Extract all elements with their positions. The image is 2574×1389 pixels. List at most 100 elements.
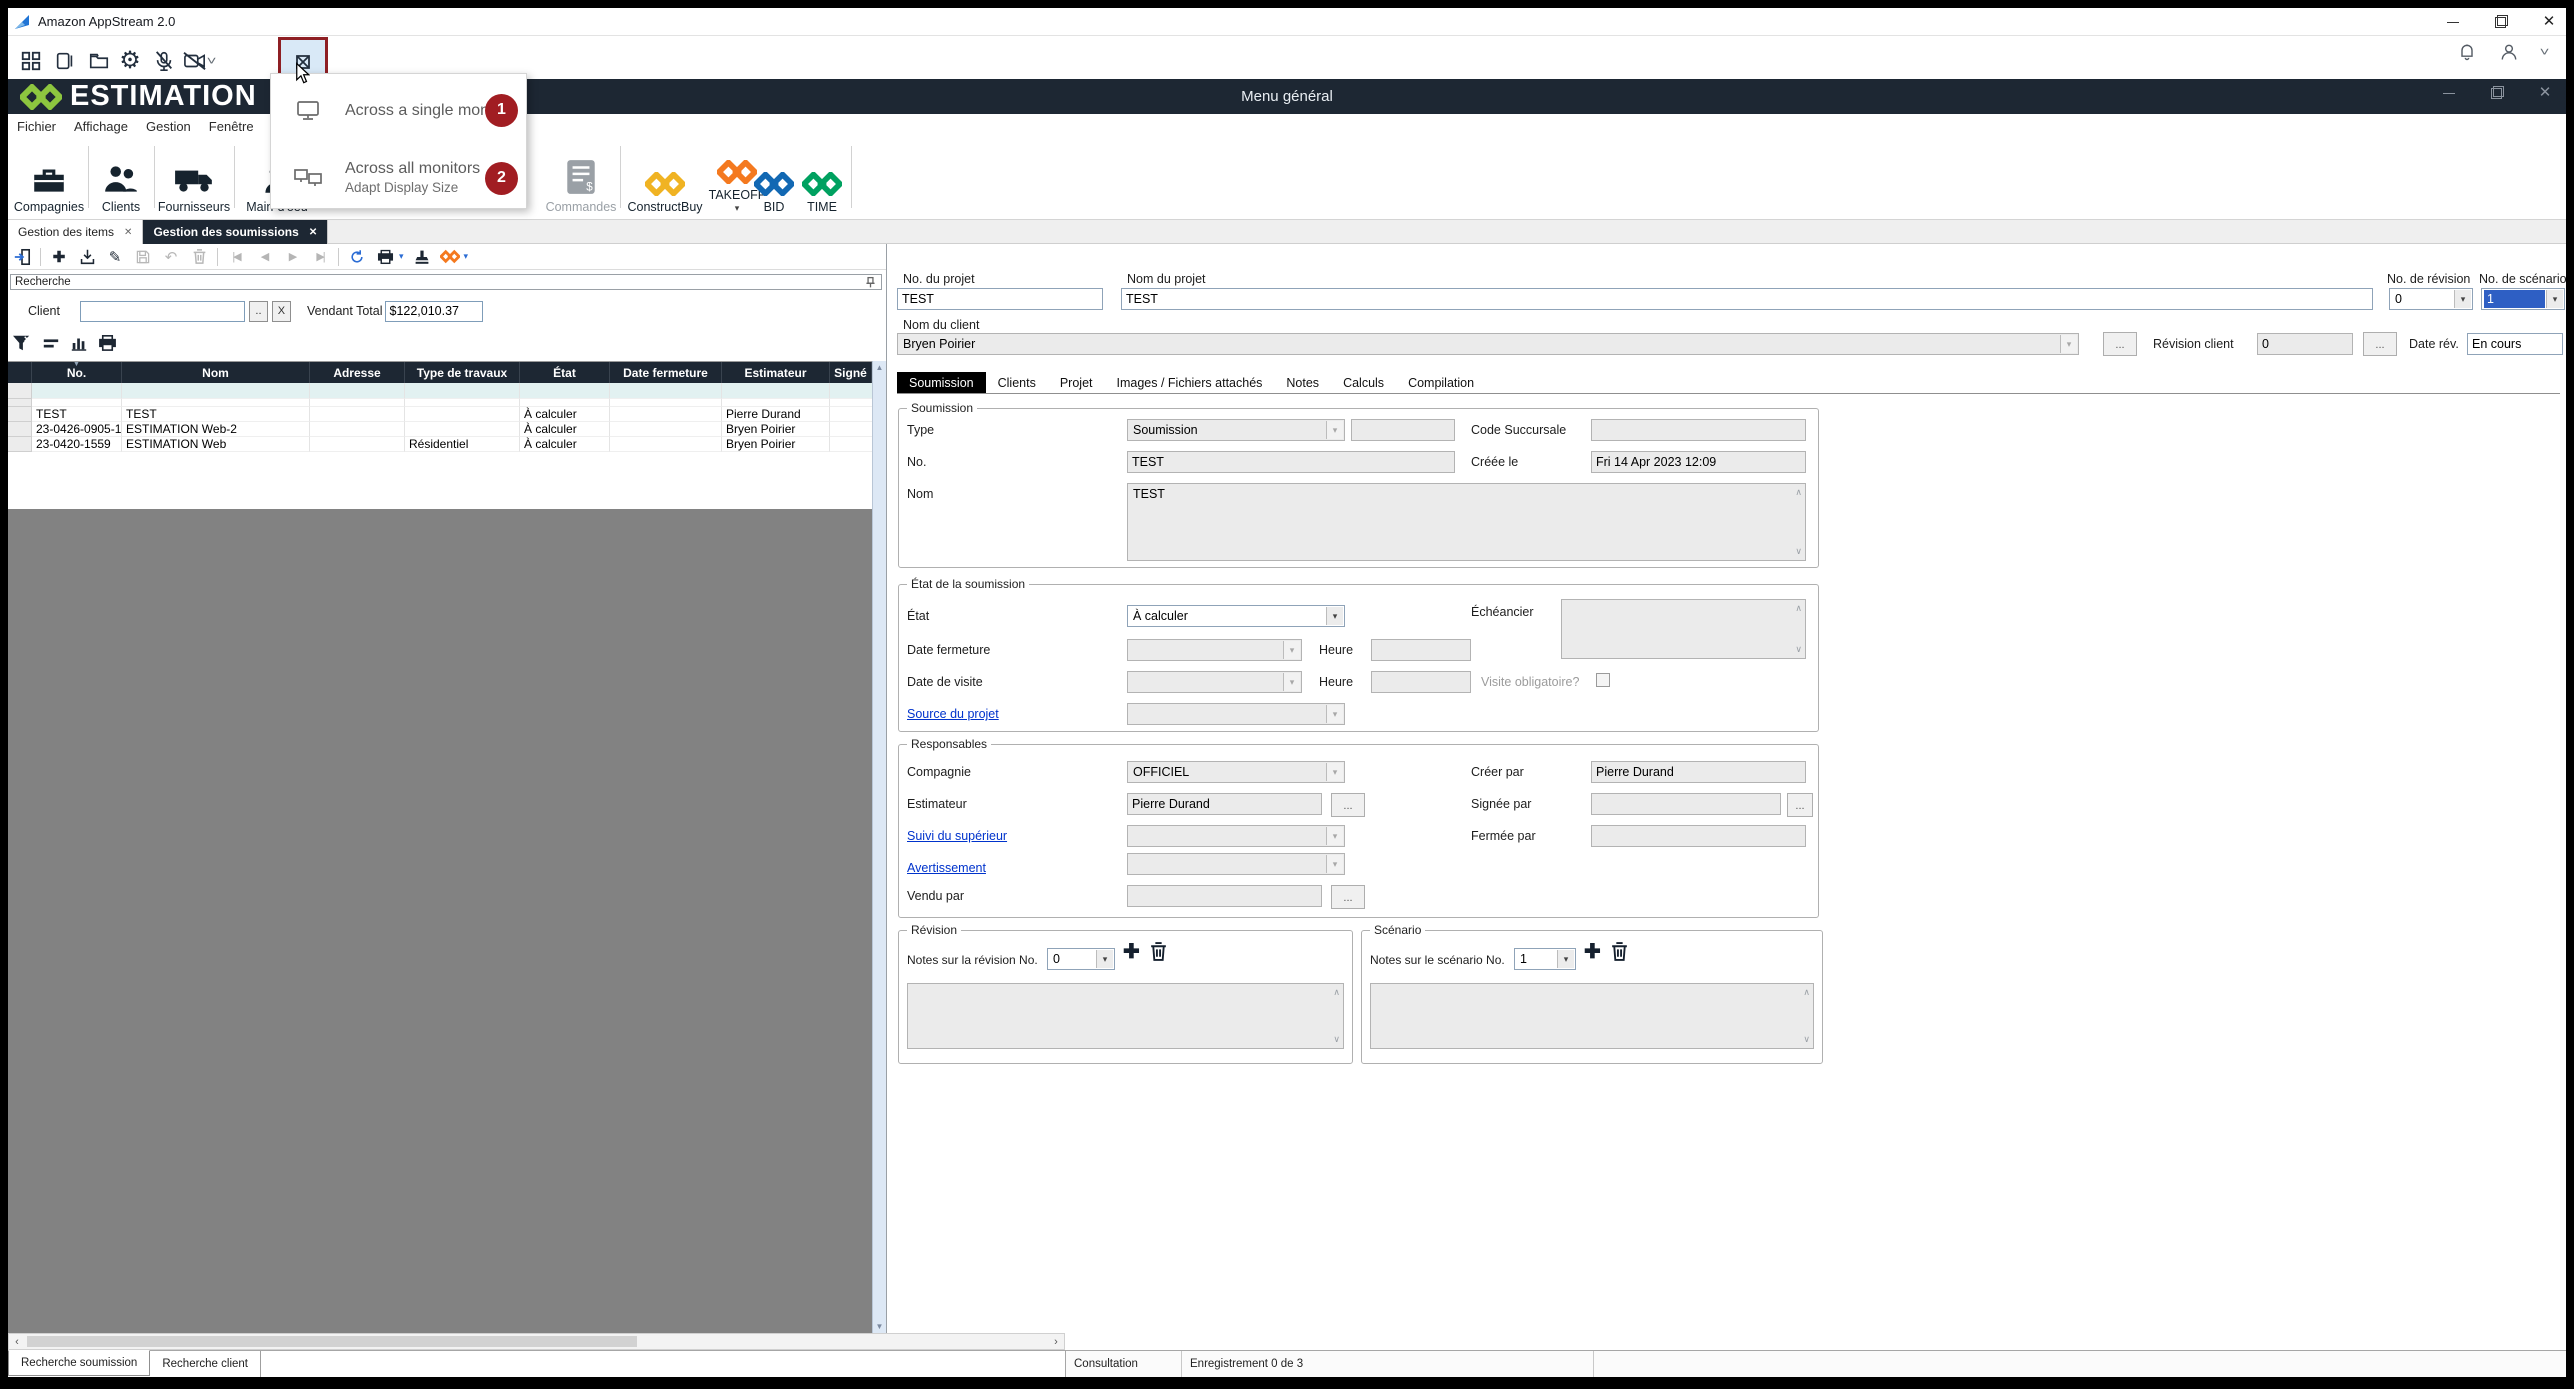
col-nom[interactable]: Nom [122,362,310,383]
tab-calculs[interactable]: Calculs [1331,372,1396,393]
bell-icon[interactable] [2457,42,2477,62]
settings-button[interactable]: ⚙ [113,42,147,80]
avertissement-link[interactable]: Avertissement [907,861,986,875]
edit-button[interactable]: ✎ [105,247,125,267]
no-projet-field[interactable]: TEST [897,288,1103,310]
tab-images[interactable]: Images / Fichiers attachés [1105,372,1275,393]
app-restore-icon[interactable] [2490,86,2504,100]
menu-affichage[interactable]: Affichage [65,116,137,137]
stamp-button[interactable] [412,247,432,267]
no-revision-combo[interactable]: 0▾ [2389,288,2473,310]
source-projet-link[interactable]: Source du projet [907,707,999,721]
table-vertical-scrollbar[interactable]: ▲ ▼ [872,361,886,1333]
scroll-up-icon[interactable]: ▲ [876,363,884,372]
scrollbar-thumb[interactable] [27,1336,637,1347]
chart-button[interactable] [70,334,88,357]
revision-lookup-button[interactable]: ... [2363,332,2397,356]
signee-lookup-button[interactable]: ... [1787,793,1813,817]
camera-button[interactable]: ˅ [178,42,220,80]
tab-compilation[interactable]: Compilation [1396,372,1486,393]
scroll-right-icon[interactable]: › [1048,1334,1064,1349]
add-revision-note-button[interactable]: ✚ [1123,942,1140,962]
minimize-icon[interactable] [2446,15,2460,29]
tab-projet[interactable]: Projet [1048,372,1105,393]
notes-revision-combo[interactable]: 0▾ [1047,948,1115,970]
tab-close-icon[interactable]: ✕ [309,227,317,238]
tab-notes[interactable]: Notes [1274,372,1331,393]
no-scenario-combo[interactable]: 1▾ [2481,288,2565,310]
refresh-button[interactable] [347,247,367,267]
tab-soumission[interactable]: Soumission [897,372,986,393]
combo-arrow-icon[interactable]: ▾ [2454,290,2471,308]
nom-projet-field[interactable]: TEST [1121,288,2373,310]
table-row[interactable]: 23-0420-1559 ESTIMATION Web Résidentiel … [8,437,872,452]
microphone-button[interactable] [147,42,181,80]
notes-scenario-combo[interactable]: 1▾ [1514,948,1576,970]
etat-combo[interactable]: À calculer▾ [1127,605,1345,627]
scroll-left-icon[interactable]: ‹ [9,1334,25,1349]
grid-print-button[interactable] [98,333,117,357]
add-button[interactable]: ✚ [49,247,69,267]
windows-button[interactable] [48,42,82,80]
col-fermeture[interactable]: Date fermeture [610,362,722,383]
pin-icon[interactable] [864,276,877,289]
app-close-icon[interactable]: ✕ [2538,86,2552,100]
files-button[interactable] [82,42,116,80]
add-scenario-note-button[interactable]: ✚ [1584,942,1601,962]
col-etat[interactable]: État [520,362,610,383]
app-minimize-icon[interactable] [2442,86,2456,100]
combo-arrow-icon[interactable]: ▾ [1557,950,1574,968]
import-button[interactable] [77,247,97,267]
estimateur-lookup-button[interactable]: ... [1331,793,1365,817]
estimation-tools-button[interactable] [440,247,460,267]
menu-fenetre[interactable]: Fenêtre [200,116,263,137]
filter-button[interactable] [12,334,32,357]
tab-gestion-items[interactable]: Gestion des items ✕ [8,220,143,244]
filter-row[interactable] [8,383,872,399]
combo-arrow-icon[interactable]: ▾ [1096,950,1113,968]
client-lookup-button[interactable]: .. [249,301,268,322]
menu-fichier[interactable]: Fichier [8,116,65,137]
client-lookup-button[interactable]: ... [2103,332,2137,356]
clients-button[interactable]: Clients [92,144,150,214]
col-estimateur[interactable]: Estimateur [722,362,830,383]
compagnies-button[interactable]: Compagnies [14,144,84,214]
restore-icon[interactable] [2494,15,2508,29]
table-row[interactable]: 23-0426-0905-1 ESTIMATION Web-2 À calcul… [8,422,872,437]
col-adresse[interactable]: Adresse [310,362,405,383]
client-input[interactable] [80,301,245,322]
col-signe[interactable]: Signé [830,362,872,383]
combo-arrow-icon[interactable]: ▾ [1326,607,1343,625]
delete-scenario-note-button[interactable] [1610,941,1629,967]
close-icon[interactable]: ✕ [2542,15,2556,29]
delete-revision-note-button[interactable] [1149,941,1168,967]
combo-arrow-icon[interactable]: ▾ [2546,290,2563,308]
tab-gestion-soumissions[interactable]: Gestion des soumissions ✕ [143,220,328,244]
client-clear-button[interactable]: X [272,301,291,322]
menu-gestion[interactable]: Gestion [137,116,200,137]
apps-grid-button[interactable] [14,42,48,80]
menu-item-single-monitor[interactable]: Across a single monitor 1 [271,82,526,138]
tab-close-icon[interactable]: ✕ [124,227,132,238]
tab-recherche-soumission[interactable]: Recherche soumission [8,1350,150,1376]
tools-menu-arrow-icon[interactable]: ▾ [464,251,469,262]
profile-icon[interactable] [2499,42,2519,62]
scroll-down-icon[interactable]: ▼ [876,1322,884,1331]
suivi-superieur-link[interactable]: Suivi du supérieur [907,829,1007,843]
fournisseurs-button[interactable]: Fournisseurs [158,144,230,214]
constructbuy-button[interactable]: ConstructBuy [624,144,706,214]
vendu-lookup-button[interactable]: ... [1331,885,1365,909]
horizontal-scrollbar[interactable]: ‹ › [8,1333,1065,1350]
menu-item-all-monitors[interactable]: Across all monitors Adapt Display Size 2 [271,152,526,204]
print-menu-arrow-icon[interactable]: ▾ [399,251,404,262]
col-no[interactable]: ▼No. [32,362,122,383]
tab-recherche-client[interactable]: Recherche client [150,1351,261,1377]
table-row[interactable]: TEST TEST À calculer Pierre Durand [8,407,872,422]
tab-clients[interactable]: Clients [986,372,1048,393]
exit-button[interactable] [12,247,32,267]
print-button[interactable] [375,247,395,267]
col-type[interactable]: Type de travaux [405,362,520,383]
group-button[interactable] [42,334,60,357]
bid-button[interactable]: BID [752,144,796,214]
time-button[interactable]: TIME [798,144,846,214]
